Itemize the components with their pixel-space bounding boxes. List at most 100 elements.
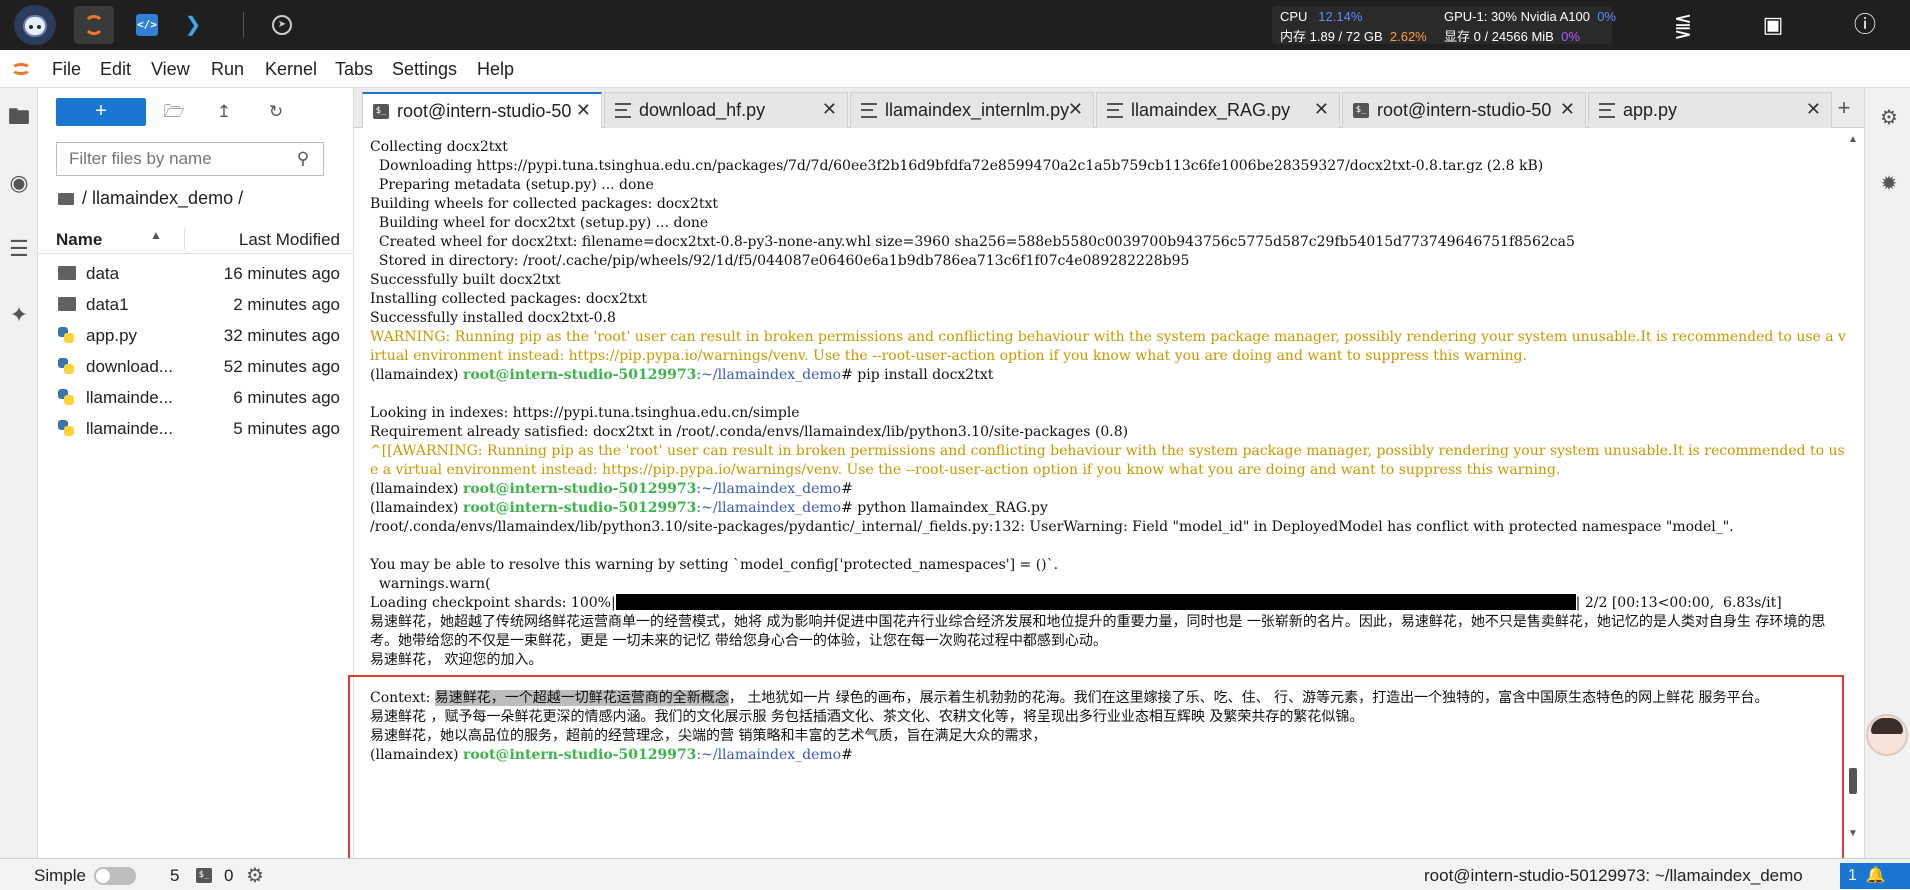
menu-run[interactable]: Run (211, 59, 244, 80)
terminal-line: Building wheels for collected packages: … (370, 196, 718, 212)
file-row[interactable]: data 16 minutes ago (38, 258, 354, 289)
close-icon[interactable]: ✕ (1560, 99, 1575, 120)
resource-monitor: CPU 12.14% 内存 1.89 / 72 GB 2.62% GPU-1: … (1272, 6, 1616, 44)
close-icon[interactable]: ✕ (1068, 99, 1083, 120)
tab-llamaindex-internlm[interactable]: llamaindex_internlm.py ✕ (850, 92, 1094, 128)
tab-terminal-1[interactable]: $_ root@intern-studio-50 ✕ (362, 92, 602, 129)
breadcrumb[interactable]: / llamaindex_demo / (58, 188, 243, 209)
scroll-down-icon[interactable]: ▼ (1848, 828, 1858, 839)
close-icon[interactable]: ✕ (576, 100, 591, 121)
tab-terminal-2[interactable]: $_ root@intern-studio-50 ✕ (1342, 92, 1586, 128)
answer-text: 易速鲜花，她超越了传统网络鲜花运营商单一的经营模式，她将 成为影响并促进中国花卉… (370, 614, 1826, 649)
add-tab-icon[interactable]: + (1830, 94, 1858, 122)
folder-icon[interactable]: 🖿 (6, 104, 32, 130)
intern-logo[interactable] (14, 5, 56, 45)
tab-download-hf[interactable]: download_hf.py ✕ (604, 92, 848, 128)
close-icon[interactable]: ✕ (822, 99, 837, 120)
tab-label: root@intern-studio-50 (397, 101, 572, 121)
terminal-line: Created wheel for docx2txt: filename=doc… (370, 234, 1575, 250)
running-icon[interactable]: ◉ (6, 170, 32, 196)
jupyter-icon (84, 15, 104, 35)
terminal-line: Downloading https://pypi.tuna.tsinghua.e… (370, 158, 1544, 174)
file-modified: 52 minutes ago (223, 357, 340, 376)
vscode-app-button[interactable]: ❯ (174, 6, 214, 44)
simple-mode-label: Simple (34, 866, 86, 885)
terminal-line: Installing collected packages: docx2txt (370, 291, 647, 307)
terminal-panel[interactable]: Collecting docx2txt Downloading https://… (348, 128, 1864, 890)
assistant-avatar[interactable] (1866, 714, 1908, 756)
answer-text: 易速鲜花， 欢迎您的加入。 (370, 652, 543, 668)
tensorflow-icon[interactable]: ⪋ (1668, 10, 1698, 40)
terminal-warning: WARNING: Running pip as the 'root' user … (370, 329, 1846, 364)
compass-app-button[interactable]: ➤ (262, 6, 302, 44)
terminal-line: Stored in directory: /root/.cache/pip/wh… (370, 253, 1190, 269)
terminal-location: root@intern-studio-50129973: ~/llamainde… (1424, 866, 1803, 885)
tab-label: root@intern-studio-50 (1377, 100, 1552, 120)
toc-icon[interactable]: ☰ (6, 236, 32, 262)
file-row[interactable]: download... 52 minutes ago (38, 351, 354, 382)
info-icon[interactable]: ⓘ (1850, 10, 1880, 40)
terminal-count[interactable]: 5 (170, 866, 179, 886)
scroll-up-icon[interactable]: ▲ (1848, 134, 1858, 145)
file-modified: 6 minutes ago (233, 388, 340, 407)
simple-mode-toggle[interactable] (94, 867, 136, 885)
kernel-count[interactable]: 0 (224, 866, 233, 886)
compass-icon: ➤ (272, 15, 292, 35)
column-divider[interactable] (184, 228, 185, 250)
menu-help[interactable]: Help (477, 59, 514, 80)
python-file-icon (58, 389, 74, 405)
menu-edit[interactable]: Edit (100, 59, 131, 80)
terminal-output: Collecting docx2txt Downloading https://… (370, 138, 1846, 765)
menu-settings[interactable]: Settings (392, 59, 457, 80)
file-browser: + 🗁 ↥ ↻ ⚲ / llamaindex_demo / Name ▲ Las… (38, 88, 354, 858)
python-file-icon (58, 327, 74, 343)
close-icon[interactable]: ✕ (1806, 99, 1821, 120)
tab-label: app.py (1623, 100, 1678, 120)
notifications-button[interactable]: 1 🔔 (1840, 863, 1910, 889)
folder-icon (58, 193, 74, 205)
tab-llamaindex-rag[interactable]: llamaindex_RAG.py ✕ (1096, 92, 1340, 128)
file-name: llamainde... (86, 388, 173, 407)
extension-icon[interactable]: ✦ (6, 302, 32, 328)
terminal-line: warnings.warn( (370, 576, 491, 592)
file-name: llamainde... (86, 419, 173, 438)
progress-bar (615, 594, 1576, 610)
image-monitor-icon[interactable]: ▣ (1758, 10, 1788, 40)
file-row[interactable]: llamainde... 6 minutes ago (38, 382, 354, 413)
terminal-line: Requirement already satisfied: docx2txt … (370, 424, 1129, 440)
debugger-icon[interactable]: ✹ (1877, 172, 1901, 196)
new-folder-icon[interactable]: 🗁 (160, 98, 188, 126)
scroll-thumb[interactable] (1849, 768, 1857, 794)
code-app-button[interactable]: </> (128, 6, 168, 44)
file-row[interactable]: llamainde... 5 minutes ago (38, 413, 354, 444)
close-icon[interactable]: ✕ (1314, 99, 1329, 120)
property-inspector-icon[interactable]: ⚙ (1877, 106, 1901, 130)
file-row[interactable]: data1 2 minutes ago (38, 289, 354, 320)
gpu-stat: GPU-1: 30% Nvidia A100 0% (1444, 9, 1616, 24)
file-filter-input[interactable] (56, 142, 324, 176)
terminal-line: Collecting docx2txt (370, 139, 508, 155)
tab-app-py[interactable]: app.py ✕ (1588, 92, 1832, 128)
document-icon (615, 103, 631, 118)
menu-view[interactable]: View (151, 59, 190, 80)
upload-icon[interactable]: ↥ (210, 98, 238, 126)
column-last-modified[interactable]: Last Modified (239, 230, 340, 250)
menu-file[interactable]: File (52, 59, 81, 80)
column-name[interactable]: Name (56, 230, 102, 250)
new-launcher-button[interactable]: + (56, 98, 146, 126)
menu-bar: File Edit View Run Kernel Tabs Settings … (0, 50, 1910, 88)
terminal-scrollbar[interactable]: ▲ ▼ (1846, 128, 1860, 858)
menu-kernel[interactable]: Kernel (265, 59, 317, 80)
file-name: data (86, 264, 120, 283)
terminal-icon: $_ (373, 104, 389, 119)
file-row[interactable]: app.py 32 minutes ago (38, 320, 354, 351)
jupyter-app-button[interactable] (74, 6, 114, 44)
file-list-header: Name ▲ Last Modified (38, 224, 354, 254)
refresh-icon[interactable]: ↻ (262, 98, 290, 126)
tab-bar: $_ root@intern-studio-50 ✕ download_hf.p… (354, 88, 1864, 129)
menu-tabs[interactable]: Tabs (335, 59, 373, 80)
tab-label: llamaindex_RAG.py (1131, 100, 1291, 120)
terminal-warning: ^[[AWARNING: Running pip as the 'root' u… (370, 443, 1845, 478)
